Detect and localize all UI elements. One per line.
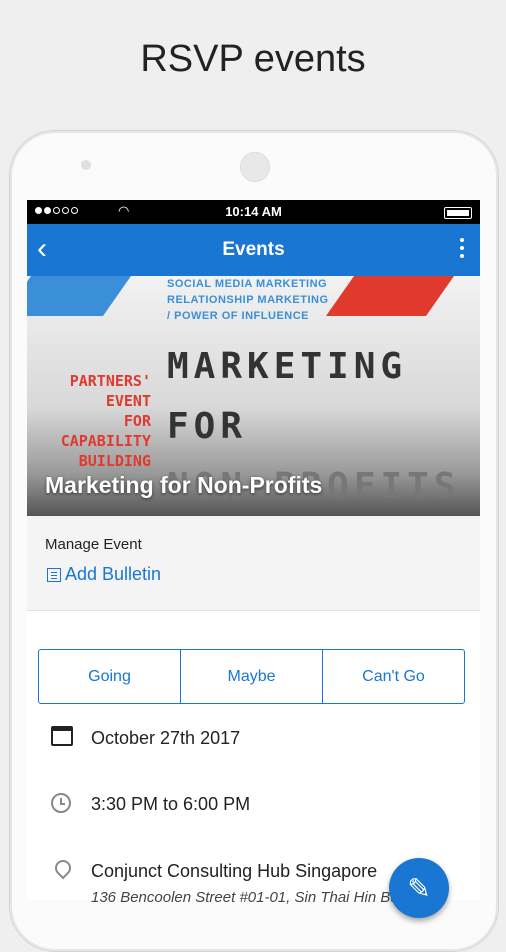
phone-camera bbox=[81, 160, 91, 170]
add-bulletin-button[interactable]: Add Bulletin bbox=[47, 564, 161, 585]
add-bulletin-label: Add Bulletin bbox=[65, 564, 162, 584]
event-venue: Conjunct Consulting Hub Singapore bbox=[91, 861, 378, 881]
bulletin-icon bbox=[47, 567, 61, 582]
rsvp-cant-go-button[interactable]: Can't Go bbox=[323, 650, 464, 703]
manage-event-section: Manage Event Add Bulletin bbox=[27, 516, 480, 611]
clock-icon bbox=[51, 793, 71, 813]
banner-big-text-1: MARKETING bbox=[167, 346, 408, 387]
battery-icon bbox=[444, 207, 472, 219]
banner-stripe-red bbox=[325, 276, 455, 316]
banner-partners-text: PARTNERS' EVENT FOR CAPABILITY BUILDING bbox=[60, 372, 151, 470]
time-row: 3:30 PM to 6:00 PM bbox=[27, 793, 480, 814]
more-vert-icon[interactable] bbox=[460, 238, 464, 258]
status-bar: ◠ 10:14 AM bbox=[27, 200, 480, 224]
page-title: Events bbox=[222, 239, 285, 260]
app-bar: ‹ Events bbox=[27, 224, 480, 276]
event-date: October 27th 2017 bbox=[91, 728, 241, 748]
rsvp-segmented-control: Going Maybe Can't Go bbox=[38, 649, 465, 704]
calendar-icon bbox=[51, 726, 73, 746]
event-title: Marketing for Non-Profits bbox=[45, 472, 323, 498]
phone-speaker bbox=[240, 152, 270, 182]
banner-big-text-2: FOR bbox=[167, 406, 248, 447]
banner-stripe-blue bbox=[27, 276, 132, 316]
manage-event-label: Manage Event bbox=[45, 536, 142, 553]
edit-fab-button[interactable]: ✎ bbox=[389, 858, 449, 918]
rsvp-maybe-button[interactable]: Maybe bbox=[181, 650, 323, 703]
event-address: 136 Bencoolen Street #01-01, Sin Thai Hi… bbox=[91, 889, 434, 906]
event-time-range: 3:30 PM to 6:00 PM bbox=[91, 794, 251, 814]
page-headline: RSVP events bbox=[140, 38, 366, 80]
status-time: 10:14 AM bbox=[225, 204, 282, 219]
event-banner: SOCIAL MEDIA MARKETING RELATIONSHIP MARK… bbox=[27, 276, 480, 516]
banner-tagline: SOCIAL MEDIA MARKETING RELATIONSHIP MARK… bbox=[167, 278, 329, 322]
rsvp-going-button[interactable]: Going bbox=[39, 650, 181, 703]
